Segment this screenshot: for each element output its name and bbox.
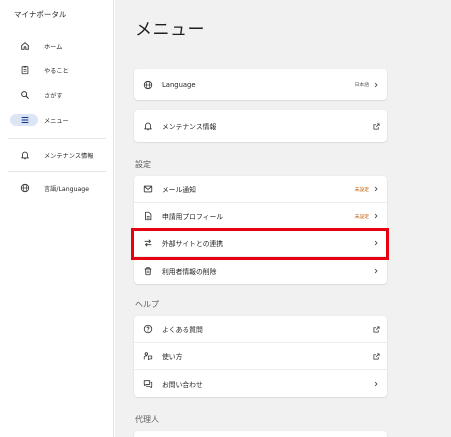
language-value: 日本語 [354, 83, 369, 88]
sidebar-divider [8, 171, 106, 172]
app-title: マイナポータル [14, 10, 67, 19]
page-title: メニュー [135, 20, 205, 40]
sidebar-divider [8, 138, 106, 139]
chevron-right-icon [372, 239, 380, 247]
sidebar-item-maintenance[interactable]: メンテナンス情報 [8, 147, 106, 163]
application-profile-row[interactable]: 申請用プロフィール 未設定 [134, 203, 387, 230]
contact-row[interactable]: お問い合わせ [134, 370, 387, 397]
bell-icon [17, 147, 33, 163]
delete-user-info-label: 利用者情報の削除 [162, 267, 217, 276]
sidebar-item-todo[interactable]: やること [8, 62, 106, 78]
sidebar-item-label: さがす [44, 92, 63, 100]
mail-notification-row[interactable]: メール通知 未設定 [134, 176, 387, 203]
sidebar-item-label: やること [44, 67, 69, 75]
external-link-icon [372, 122, 380, 130]
external-link-icon [372, 352, 380, 360]
sidebar-item-language[interactable]: 言語/Language [8, 180, 106, 196]
search-icon [17, 87, 33, 103]
external-link-icon [372, 325, 380, 333]
globe-icon [142, 79, 154, 91]
maintenance-row[interactable]: メンテナンス情報 [134, 110, 387, 142]
chevron-right-icon [372, 380, 380, 388]
sidebar: マイナポータル ホーム やること さがす メニュー メンテナンス情報 言語/La… [0, 0, 114, 437]
language-label: Language [162, 80, 196, 89]
sidebar-item-menu[interactable]: メニュー [8, 112, 106, 128]
main-content: メニュー Language 日本語 メンテナンス情報 設定 メール通知 未設定 … [115, 0, 451, 437]
swap-icon [142, 237, 154, 249]
language-card: Language 日本語 [134, 69, 387, 100]
chevron-right-icon [372, 212, 380, 220]
sidebar-item-label: 言語/Language [44, 185, 89, 193]
sidebar-item-label: ホーム [44, 43, 63, 51]
contact-label: お問い合わせ [162, 380, 203, 389]
chevron-right-icon [372, 81, 380, 89]
how-to-use-label: 使い方 [162, 353, 183, 361]
guide-icon [142, 350, 154, 362]
help-heading: ヘルプ [135, 300, 159, 309]
settings-card: メール通知 未設定 申請用プロフィール 未設定 外部サイトとの連携 利用者情報の… [134, 176, 387, 284]
bell-icon [142, 120, 154, 132]
chevron-right-icon [372, 185, 380, 193]
help-circle-icon [142, 323, 154, 335]
home-icon [17, 38, 33, 54]
chevron-right-icon [372, 267, 380, 275]
proxy-heading: 代理人 [135, 415, 159, 424]
sidebar-item-label: メンテナンス情報 [44, 152, 94, 160]
globe-icon [17, 180, 33, 196]
external-site-link-row[interactable]: 外部サイトとの連携 [134, 230, 387, 257]
proxy-card [134, 431, 387, 437]
document-icon [142, 210, 154, 222]
faq-row[interactable]: よくある質問 [134, 316, 387, 343]
application-profile-label: 申請用プロフィール [162, 213, 224, 221]
clipboard-icon [17, 62, 33, 78]
faq-label: よくある質問 [162, 326, 203, 334]
settings-heading: 設定 [135, 160, 151, 169]
mail-icon [142, 183, 154, 195]
maintenance-card: メンテナンス情報 [134, 110, 387, 142]
sidebar-item-label: メニュー [44, 117, 69, 125]
language-row[interactable]: Language 日本語 [134, 69, 387, 100]
mail-notification-label: メール通知 [162, 186, 196, 194]
maintenance-label: メンテナンス情報 [162, 123, 217, 131]
sidebar-item-home[interactable]: ホーム [8, 38, 106, 54]
how-to-use-row[interactable]: 使い方 [134, 343, 387, 370]
status-badge: 未設定 [354, 187, 369, 193]
chat-icon [142, 378, 154, 390]
help-card: よくある質問 使い方 お問い合わせ [134, 316, 387, 397]
menu-icon [17, 112, 33, 128]
trash-icon [142, 265, 154, 277]
external-site-link-label: 外部サイトとの連携 [162, 240, 224, 248]
status-badge: 未設定 [354, 214, 369, 220]
delete-user-info-row[interactable]: 利用者情報の削除 [134, 257, 387, 284]
sidebar-item-search[interactable]: さがす [8, 87, 106, 103]
